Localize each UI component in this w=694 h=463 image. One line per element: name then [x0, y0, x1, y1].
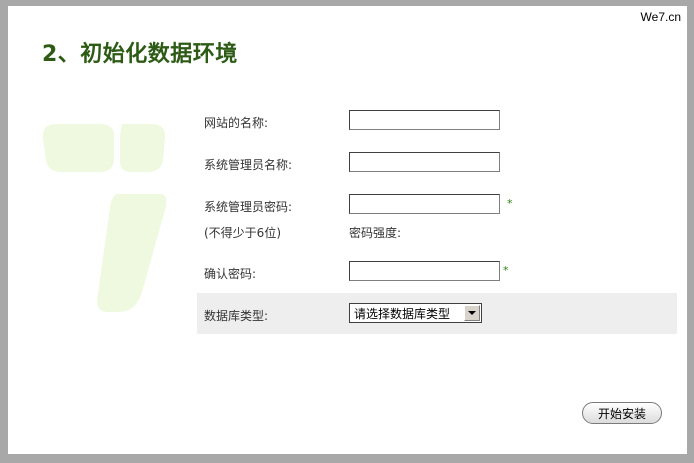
brand-logo-text: We7.cn — [640, 10, 681, 24]
db-type-select[interactable]: 请选择数据库类型 — [349, 303, 482, 323]
site-name-label: 网站的名称: — [204, 116, 269, 130]
confirm-password-label: 确认密码: — [204, 267, 257, 281]
db-type-label: 数据库类型: — [204, 309, 269, 323]
start-install-button[interactable]: 开始安装 — [582, 402, 662, 424]
admin-password-input[interactable] — [349, 194, 500, 214]
chevron-down-icon[interactable] — [464, 305, 480, 321]
admin-name-label: 系统管理员名称: — [204, 158, 293, 172]
site-name-input[interactable] — [349, 110, 500, 130]
db-type-selected-value: 请选择数据库类型 — [354, 306, 451, 321]
password-strength-label: 密码强度: — [349, 226, 402, 240]
admin-name-input[interactable] — [349, 152, 500, 172]
confirm-password-input[interactable] — [349, 261, 500, 281]
required-mark: * — [507, 197, 513, 210]
we7-logo-watermark-icon — [42, 124, 167, 312]
password-length-hint: (不得少于6位) — [204, 226, 281, 240]
admin-password-label: 系统管理员密码: — [204, 200, 293, 214]
required-mark: * — [503, 264, 509, 277]
installer-panel: We7.cn 2、初始化数据环境 网站的名称: 系统管理员名称: 系统管理员密码… — [8, 6, 687, 454]
page-title: 2、初始化数据环境 — [42, 42, 238, 67]
